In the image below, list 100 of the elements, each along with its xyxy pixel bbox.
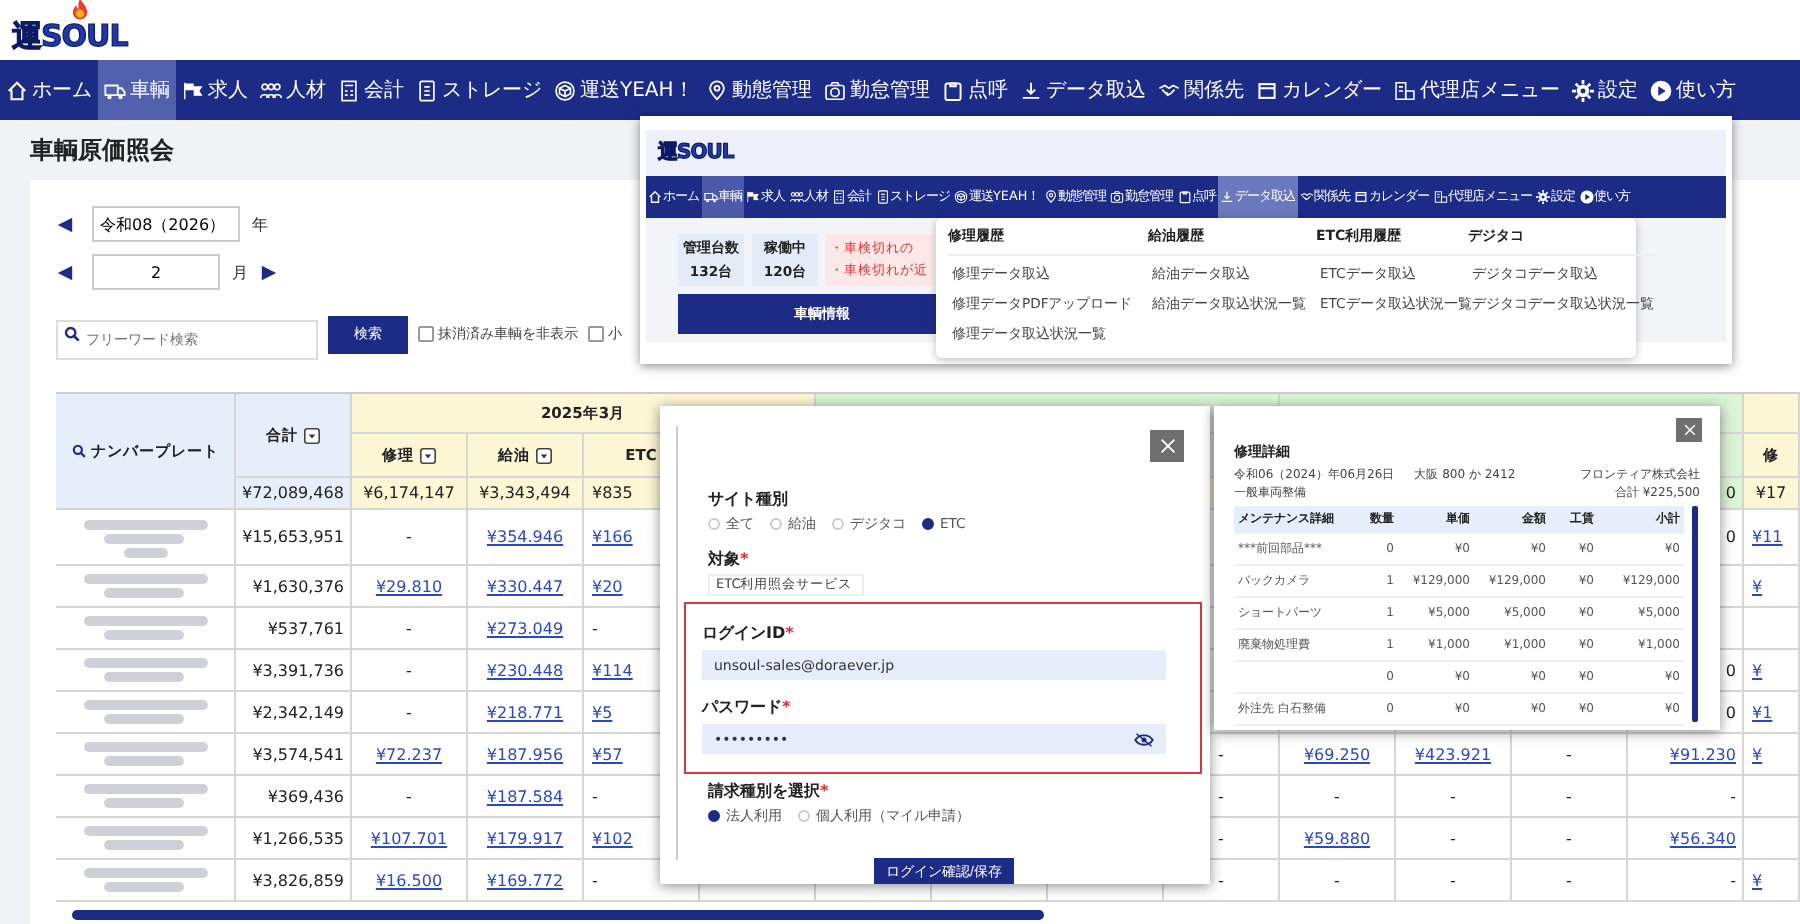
table-cell: ¥369,436 [236,776,352,818]
amount-link[interactable]: ¥29.810 [375,577,443,595]
amount-link[interactable]: ¥273.049 [486,619,564,637]
amount-link[interactable]: ¥ [1752,871,1763,889]
amount-link[interactable]: ¥57 [592,745,623,763]
document-icon [416,79,438,101]
dropdown-icon[interactable] [304,427,320,443]
home-icon [648,190,662,204]
flag-icon [746,190,760,204]
table-cell: - [1396,860,1512,902]
amount-link[interactable]: ¥187.584 [486,787,564,805]
amount-link[interactable]: ¥354.946 [486,528,564,546]
dropdown-icon[interactable] [420,447,436,463]
camera-icon [1110,190,1125,204]
amount-link[interactable]: ¥179.917 [486,829,564,847]
table-cell: - [1512,734,1628,776]
checkbox[interactable] [588,326,604,342]
nav-item[interactable]: 運送YEAH！ [548,60,700,120]
amount-link[interactable]: ¥423.921 [1414,745,1492,763]
calculator-icon [338,79,360,101]
table-cell: - [352,608,468,650]
close-icon [1683,424,1695,436]
close-button[interactable] [1150,430,1184,462]
nav-item[interactable]: 関係先 [1151,60,1250,120]
logo: 運SOUL [658,143,734,163]
month-unit: 月 [232,261,248,283]
handshake-icon [1299,190,1314,204]
table-cell: - [352,776,468,818]
amount-link[interactable]: ¥69.250 [1303,745,1371,763]
nav-item[interactable]: カレンダー [1249,60,1388,120]
table-cell: ¥3,826,859 [236,860,352,902]
eye-icon[interactable] [1134,731,1154,748]
amount-link[interactable]: ¥169.772 [486,871,564,889]
amount-link[interactable]: ¥1 [1752,703,1773,721]
field-label: パスワード* [702,696,791,719]
table-cell: ¥72,089,468 [236,478,352,510]
amount-link[interactable]: ¥11 [1752,528,1783,546]
table-cell: ¥6,174,147 [352,478,468,510]
document-icon [875,190,889,204]
scrollbar[interactable] [1692,506,1698,722]
settings-icon [1536,190,1551,204]
amount-link[interactable]: ¥114 [592,661,633,679]
close-icon [1159,438,1175,454]
nav-item[interactable]: 勤怠管理 [817,60,936,120]
calculator-icon [832,190,846,204]
clipboard-icon [1177,190,1192,204]
amount-link[interactable]: ¥56.340 [1669,829,1736,847]
amount-link[interactable]: ¥72.237 [375,745,443,763]
nav-item[interactable]: 会計 [332,60,410,120]
nav-item[interactable]: 人材 [254,60,332,120]
year-field[interactable]: 令和08（2026） [92,206,240,242]
amount-link[interactable]: ¥102 [592,829,633,847]
amount-link[interactable]: ¥107.701 [370,829,448,847]
nav-item[interactable]: データ取込 [1013,60,1152,120]
amount-link[interactable]: ¥16.500 [375,871,443,889]
nav-item[interactable]: ホーム [0,60,98,120]
amount-link[interactable]: ¥ [1752,577,1763,595]
amount-link[interactable]: ¥ [1752,661,1763,679]
people-icon [789,190,803,204]
table-cell: ¥15,653,951 [236,510,352,566]
nav-item[interactable]: ストレージ [410,60,548,120]
month-field[interactable]: 2 [92,254,220,290]
table-cell: ¥537,761 [236,608,352,650]
nav-item[interactable]: 点呼 [935,60,1014,120]
field-label: サイト種別 [708,488,788,510]
amount-link[interactable]: ¥187.956 [486,745,564,763]
year-unit: 年 [252,213,268,235]
table-cell: ¥3,574,541 [236,734,352,776]
cube-icon [554,79,576,101]
radio-button[interactable] [922,518,934,530]
radio-button[interactable] [708,810,720,823]
nav-item[interactable]: 車輌 [98,60,176,120]
amount-link[interactable]: ¥330.447 [486,577,564,595]
amount-link[interactable]: ¥5 [592,703,613,721]
table-cell: - [1396,776,1512,818]
dropdown-icon[interactable] [536,447,552,463]
table-cell: - [1628,860,1744,902]
cube-icon [954,190,968,204]
table-cell: ¥3,391,736 [236,650,352,692]
checkbox[interactable] [418,326,434,342]
field-label: 対象* [708,548,749,570]
play-icon [1579,190,1594,204]
table-cell: - [1280,860,1396,902]
amount-link[interactable]: ¥59.880 [1303,829,1371,847]
download-icon [1220,190,1235,204]
home-icon [6,79,28,101]
table-cell: ¥1,630,376 [236,566,352,608]
amount-link[interactable]: ¥ [1752,745,1763,763]
amount-link[interactable]: ¥91.230 [1669,745,1736,763]
nav-item[interactable]: 代理店メニュー [1387,60,1566,120]
scrollbar[interactable] [72,910,1044,920]
amount-link[interactable]: ¥166 [592,528,633,546]
amount-link[interactable]: ¥218.771 [486,703,564,721]
nav-item[interactable]: 動態管理 [699,60,818,120]
close-button[interactable] [1676,418,1702,442]
amount-link[interactable]: ¥230.448 [486,661,564,679]
amount-link[interactable]: ¥20 [592,577,623,595]
settings-icon [1571,79,1594,101]
nav-item[interactable]: 求人 [176,60,254,120]
truck-icon [703,190,717,204]
